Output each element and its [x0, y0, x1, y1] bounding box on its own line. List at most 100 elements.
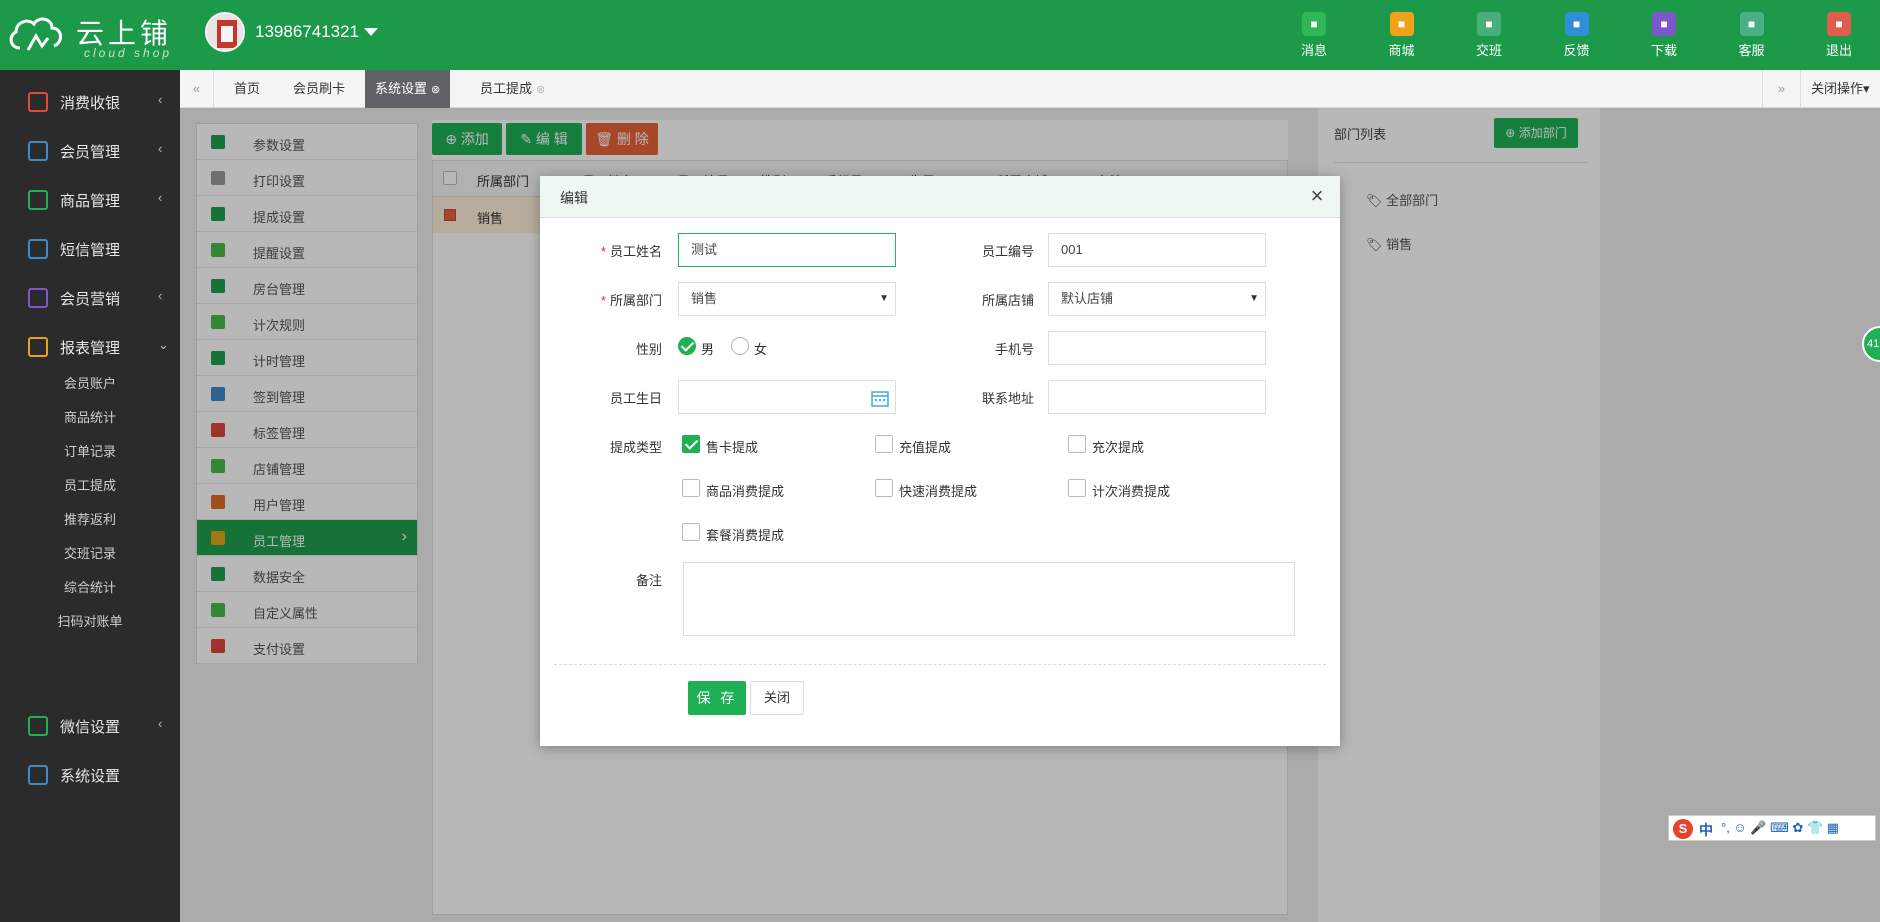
sidebar-subitem-4[interactable]: 推荐返利 — [0, 509, 180, 528]
ime-lang: 中 — [1699, 822, 1713, 838]
commission-checkbox-label: 商品消费提成 — [706, 484, 785, 499]
gender-female-radio[interactable] — [731, 337, 749, 355]
staff-no-label: 员工编号 — [981, 244, 1034, 259]
name-input[interactable]: 测试 — [678, 233, 896, 267]
commission-checkbox-4[interactable] — [875, 479, 893, 497]
tab-next-button[interactable]: » — [1762, 70, 1800, 108]
commission-checkbox-label: 充值提成 — [899, 440, 952, 455]
commission-checkbox-label: 充次提成 — [1092, 440, 1145, 455]
sidebar-item-6[interactable]: 微信设置 ‹ — [0, 702, 180, 750]
chevron-down-icon[interactable] — [364, 28, 378, 36]
sidebar-subitem-2[interactable]: 订单记录 — [0, 441, 180, 460]
sidebar-subitem-7[interactable]: 扫码对账单 — [0, 611, 180, 630]
sidebar-subitem-6[interactable]: 综合统计 — [0, 577, 180, 596]
chevron-icon: ‹ — [158, 92, 163, 107]
name-label: * 员工姓名 — [600, 244, 662, 259]
store-label: 所属店铺 — [981, 293, 1034, 308]
mobile-input[interactable] — [1048, 331, 1266, 365]
header-button-5[interactable]: ■ 客服 — [1722, 12, 1782, 62]
sidebar-item-label: 消费收银 — [60, 95, 121, 112]
commission-type-label: 提成类型 — [609, 440, 662, 455]
chevron-icon: ‹ — [158, 190, 163, 205]
remark-label: 备注 — [635, 573, 662, 588]
header-button-3[interactable]: ■ 反馈 — [1547, 12, 1607, 62]
remark-textarea[interactable] — [683, 562, 1295, 636]
sidebar-item-2[interactable]: 商品管理 ‹ — [0, 176, 180, 224]
calendar-icon[interactable] — [871, 389, 889, 407]
tab-label: 首页 — [234, 81, 261, 96]
gender-male-radio[interactable] — [678, 337, 696, 355]
store-select-value: 默认店铺 — [1061, 291, 1114, 306]
dept-select[interactable]: 销售 ▼ — [678, 282, 896, 316]
sms-icon — [28, 239, 48, 259]
header-button-label: 交班 — [1475, 43, 1502, 58]
close-icon[interactable]: ⊗ — [431, 71, 440, 109]
swap-icon: ■ — [1477, 12, 1501, 36]
commission-checkbox-1[interactable] — [875, 435, 893, 453]
sidebar-item-0[interactable]: 消费收银 ‹ — [0, 78, 180, 126]
staff-no-input[interactable]: 001 — [1048, 233, 1266, 267]
tab-prev-button[interactable]: « — [180, 70, 214, 108]
tab-member-card[interactable]: 会员刷卡 — [283, 70, 355, 108]
tab-home[interactable]: 首页 — [224, 70, 270, 108]
top-header: 云上铺 cloud shop 13986741321 ■ 消息 ■ 商城 ■ 交班 ■ 反馈 ■… — [0, 0, 1880, 70]
sidebar-item-7[interactable]: 系统设置 — [0, 751, 180, 799]
report-icon — [28, 337, 48, 357]
header-button-2[interactable]: ■ 交班 — [1459, 12, 1519, 62]
header-button-label: 商城 — [1388, 43, 1415, 58]
chevron-icon: ⌄ — [158, 337, 169, 352]
sidebar-subitem-0[interactable]: 会员账户 — [0, 373, 180, 392]
close-operations-dropdown[interactable]: 关闭操作▾ — [1800, 70, 1880, 108]
cloud-logo-icon — [9, 17, 62, 51]
birthday-label: 员工生日 — [609, 391, 662, 406]
edit-dialog: 编辑 × * 员工姓名 测试 员工编号 001 * 所属部门 销售 ▼ 所属店铺 默认… — [540, 176, 1340, 746]
tab-label: 会员刷卡 — [293, 81, 346, 96]
sidebar: 消费收银 ‹ 会员管理 ‹ 商品管理 ‹ 短信管理 会员营销 ‹ 报表管理 ⌄ 微信设置 ‹ 系统设置 会员… — [0, 70, 180, 922]
header-button-0[interactable]: ■ 消息 — [1284, 12, 1344, 62]
sidebar-item-4[interactable]: 会员营销 ‹ — [0, 274, 180, 322]
gift-icon — [28, 288, 48, 308]
commission-checkbox-label: 快速消费提成 — [899, 484, 978, 499]
gender-female-label: 女 — [754, 342, 768, 357]
sidebar-item-3[interactable]: 短信管理 — [0, 225, 180, 273]
commission-checkbox-2[interactable] — [1068, 435, 1086, 453]
save-button[interactable]: 保 存 — [688, 681, 746, 715]
close-button[interactable]: 关闭 — [750, 681, 804, 715]
close-icon[interactable]: ⊗ — [536, 71, 545, 109]
account-phone[interactable]: 13986741321 — [255, 22, 359, 42]
header-button-label: 退出 — [1825, 43, 1852, 58]
logo[interactable]: 云上铺 cloud shop — [6, 6, 176, 62]
sidebar-item-1[interactable]: 会员管理 ‹ — [0, 127, 180, 175]
tab-system-settings[interactable]: 系统设置 ⊗ — [365, 70, 451, 109]
commission-checkbox-6[interactable] — [682, 523, 700, 541]
store-select[interactable]: 默认店铺 ▼ — [1048, 282, 1266, 316]
logo-subtitle: cloud shop — [84, 46, 173, 60]
gender-male-label: 男 — [701, 342, 715, 357]
header-button-label: 下载 — [1650, 43, 1677, 58]
commission-checkbox-3[interactable] — [682, 479, 700, 497]
sidebar-subitem-3[interactable]: 员工提成 — [0, 475, 180, 494]
chevron-icon: ‹ — [158, 288, 163, 303]
address-input[interactable] — [1048, 380, 1266, 414]
dept-label: * 所属部门 — [600, 293, 662, 308]
sidebar-item-label: 会员管理 — [60, 144, 121, 161]
commission-checkbox-5[interactable] — [1068, 479, 1086, 497]
gender-label: 性别 — [635, 342, 662, 357]
sidebar-item-5[interactable]: 报表管理 ⌄ — [0, 323, 180, 371]
sidebar-subitem-1[interactable]: 商品统计 — [0, 407, 180, 426]
commission-checkbox-0[interactable] — [682, 435, 700, 453]
sidebar-subitem-5[interactable]: 交班记录 — [0, 543, 180, 562]
header-button-6[interactable]: ■ 退出 — [1809, 12, 1869, 62]
header-button-1[interactable]: ■ 商城 — [1372, 12, 1432, 62]
sidebar-item-label: 短信管理 — [60, 242, 121, 259]
dialog-header: 编辑 × — [540, 176, 1340, 218]
avatar[interactable] — [205, 12, 245, 52]
ime-toolbar[interactable]: S 中 °, ☺ 🎤 ⌨ ✿ 👕 ▦ — [1668, 815, 1876, 841]
header-button-4[interactable]: ■ 下载 — [1634, 12, 1694, 62]
caret-down-icon: ▼ — [1249, 293, 1259, 304]
birthday-input[interactable] — [678, 380, 896, 414]
sidebar-item-label: 系统设置 — [60, 768, 121, 785]
ime-tools-icon: °, ☺ 🎤 ⌨ ✿ 👕 ▦ — [1721, 820, 1840, 835]
close-icon[interactable]: × — [1306, 185, 1328, 208]
tab-staff-commission[interactable]: 员工提成 ⊗ — [470, 70, 555, 108]
